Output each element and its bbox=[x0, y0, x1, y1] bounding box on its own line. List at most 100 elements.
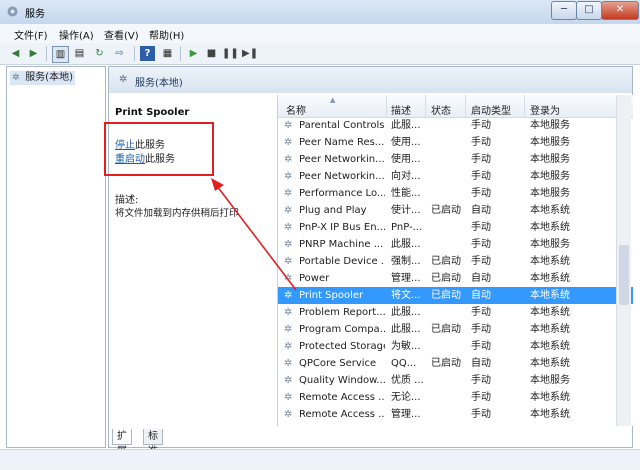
service-row[interactable]: ✲ Protected Storage 为敏... 手动 本地系统 bbox=[278, 338, 633, 355]
column-divider[interactable] bbox=[386, 95, 387, 117]
show-tree-icon[interactable]: ▥ bbox=[52, 46, 69, 63]
service-gear-icon: ✲ bbox=[284, 392, 293, 403]
service-name-cell: PNRP Machine ... bbox=[299, 239, 384, 250]
service-description-cell: 性能... bbox=[391, 188, 421, 199]
service-description-cell: 此服... bbox=[391, 324, 421, 335]
minimize-button[interactable]: ─ bbox=[551, 1, 577, 20]
show-action-pane-icon[interactable]: ▦ bbox=[160, 46, 175, 61]
maximize-button[interactable]: □ bbox=[576, 1, 602, 20]
column-header-log-on-as[interactable]: 登录为 bbox=[530, 102, 560, 117]
service-description-cell: PnP-... bbox=[391, 222, 423, 233]
export-icon[interactable]: ⇨ bbox=[112, 46, 127, 61]
tree-item-services-local[interactable]: ✲ 服务(本地) bbox=[10, 71, 75, 85]
service-name-cell: Remote Access ... bbox=[299, 392, 385, 403]
service-log-on-as-cell: 本地系统 bbox=[530, 222, 570, 233]
stop-icon[interactable]: ■ bbox=[204, 46, 219, 61]
service-gear-icon: ✲ bbox=[284, 205, 293, 216]
service-row[interactable]: ✲ Quality Window... 优质 ... 手动 本地服务 bbox=[278, 372, 633, 389]
service-status-cell: 已启动 bbox=[431, 324, 461, 335]
service-name-cell: Problem Report... bbox=[299, 307, 385, 318]
service-description-cell: 管理... bbox=[391, 409, 421, 420]
service-description-cell: 管理... bbox=[391, 273, 421, 284]
start-icon[interactable]: ▶ bbox=[186, 46, 201, 61]
service-startup-type-cell: 自动 bbox=[471, 290, 491, 301]
column-header-startup-type[interactable]: 启动类型 bbox=[471, 102, 511, 117]
service-startup-type-cell: 手动 bbox=[471, 188, 491, 199]
tab-extended[interactable]: 扩展 bbox=[112, 429, 132, 457]
scrollbar-thumb[interactable] bbox=[619, 245, 629, 305]
service-name-cell: Peer Name Res... bbox=[299, 137, 385, 148]
status-bar bbox=[0, 449, 640, 470]
menu-view[interactable]: 查看(V) bbox=[104, 27, 139, 42]
service-description-cell: QQ... bbox=[391, 358, 417, 369]
menu-help[interactable]: 帮助(H) bbox=[149, 27, 184, 42]
tree-item-label: 服务(本地) bbox=[25, 72, 73, 83]
forward-icon[interactable]: ▶ bbox=[26, 46, 41, 61]
service-startup-type-cell: 手动 bbox=[471, 239, 491, 250]
column-header-name[interactable]: 名称 bbox=[286, 102, 306, 117]
service-description-cell: 使用... bbox=[391, 137, 421, 148]
service-log-on-as-cell: 本地服务 bbox=[530, 154, 570, 165]
service-rows: ✲ Parental Controls 此服... 手动 本地服务 ✲ Peer Name … bbox=[278, 117, 633, 423]
service-row[interactable]: ✲ Performance Lo... 性能... 手动 本地服务 bbox=[278, 185, 633, 202]
service-row[interactable]: ✲ Program Compa... 此服... 已启动 手动 本地系统 bbox=[278, 321, 633, 338]
service-row[interactable]: ✲ Power 管理... 已启动 自动 本地系统 bbox=[278, 270, 633, 287]
properties-icon[interactable]: ▤ bbox=[72, 46, 87, 61]
service-row[interactable]: ✲ PNRP Machine ... 此服... 手动 本地服务 bbox=[278, 236, 633, 253]
restart-icon[interactable]: ▶❚ bbox=[242, 46, 258, 61]
service-description-cell: 强制... bbox=[391, 256, 421, 267]
service-row[interactable]: ✲ Print Spooler 将文... 已启动 自动 本地系统 bbox=[278, 287, 633, 304]
window-title: 服务 bbox=[25, 9, 45, 20]
toolbar-separator bbox=[180, 46, 181, 61]
service-gear-icon: ✲ bbox=[284, 307, 293, 318]
column-divider[interactable] bbox=[524, 95, 525, 117]
menu-action[interactable]: 操作(A) bbox=[59, 27, 94, 42]
pause-icon[interactable]: ❚❚ bbox=[222, 46, 239, 61]
service-gear-icon: ✲ bbox=[284, 341, 293, 352]
service-gear-icon: ✲ bbox=[284, 120, 293, 131]
service-startup-type-cell: 自动 bbox=[471, 358, 491, 369]
service-row[interactable]: ✲ Problem Report... 此服... 手动 本地系统 bbox=[278, 304, 633, 321]
service-startup-type-cell: 手动 bbox=[471, 375, 491, 386]
service-row[interactable]: ✲ Peer Name Res... 使用... 手动 本地服务 bbox=[278, 134, 633, 151]
service-row[interactable]: ✲ Remote Access ... 无论... 手动 本地系统 bbox=[278, 389, 633, 406]
close-button[interactable]: ✕ bbox=[601, 1, 639, 20]
toolbar-separator bbox=[46, 46, 47, 61]
menu-file[interactable]: 文件(F) bbox=[14, 27, 48, 42]
vertical-scrollbar[interactable] bbox=[616, 95, 631, 426]
annotation-highlight-box bbox=[104, 122, 214, 176]
refresh-icon[interactable]: ↻ bbox=[92, 46, 107, 61]
service-row[interactable]: ✲ QPCore Service QQ... 已启动 自动 本地系统 bbox=[278, 355, 633, 372]
service-log-on-as-cell: 本地系统 bbox=[530, 290, 570, 301]
service-name-cell: Portable Device ... bbox=[299, 256, 385, 267]
column-header-status[interactable]: 状态 bbox=[431, 102, 451, 117]
column-divider[interactable] bbox=[465, 95, 466, 117]
service-row[interactable]: ✲ Plug and Play 使计... 已启动 自动 本地系统 bbox=[278, 202, 633, 219]
service-row[interactable]: ✲ PnP-X IP Bus En... PnP-... 手动 本地系统 bbox=[278, 219, 633, 236]
column-divider[interactable] bbox=[425, 95, 426, 117]
service-log-on-as-cell: 本地系统 bbox=[530, 324, 570, 335]
description-text: 将文件加载到内存供稍后打印 bbox=[115, 208, 239, 219]
service-gear-icon: ✲ bbox=[284, 375, 293, 386]
back-icon[interactable]: ◀ bbox=[8, 46, 23, 61]
service-startup-type-cell: 手动 bbox=[471, 256, 491, 267]
service-log-on-as-cell: 本地系统 bbox=[530, 273, 570, 284]
service-log-on-as-cell: 本地服务 bbox=[530, 120, 570, 131]
service-startup-type-cell: 自动 bbox=[471, 205, 491, 216]
service-name-cell: PnP-X IP Bus En... bbox=[299, 222, 385, 233]
service-row[interactable]: ✲ Peer Networkin... 使用... 手动 本地服务 bbox=[278, 151, 633, 168]
service-description-cell: 将文... bbox=[391, 290, 421, 301]
service-description-cell: 为敏... bbox=[391, 341, 421, 352]
service-row[interactable]: ✲ Parental Controls 此服... 手动 本地服务 bbox=[278, 117, 633, 134]
service-startup-type-cell: 手动 bbox=[471, 324, 491, 335]
tab-standard[interactable]: 标准 bbox=[143, 429, 163, 457]
help-icon[interactable]: ? bbox=[140, 46, 155, 61]
service-log-on-as-cell: 本地系统 bbox=[530, 409, 570, 420]
service-status-cell: 已启动 bbox=[431, 256, 461, 267]
service-row[interactable]: ✲ Peer Networkin... 向对... 手动 本地服务 bbox=[278, 168, 633, 185]
pane-header: ✲ 服务(本地) bbox=[109, 67, 632, 93]
column-header-description[interactable]: 描述 bbox=[391, 102, 411, 117]
service-log-on-as-cell: 本地系统 bbox=[530, 392, 570, 403]
service-row[interactable]: ✲ Portable Device ... 强制... 已启动 手动 本地系统 bbox=[278, 253, 633, 270]
service-row[interactable]: ✲ Remote Access ... 管理... 手动 本地系统 bbox=[278, 406, 633, 423]
